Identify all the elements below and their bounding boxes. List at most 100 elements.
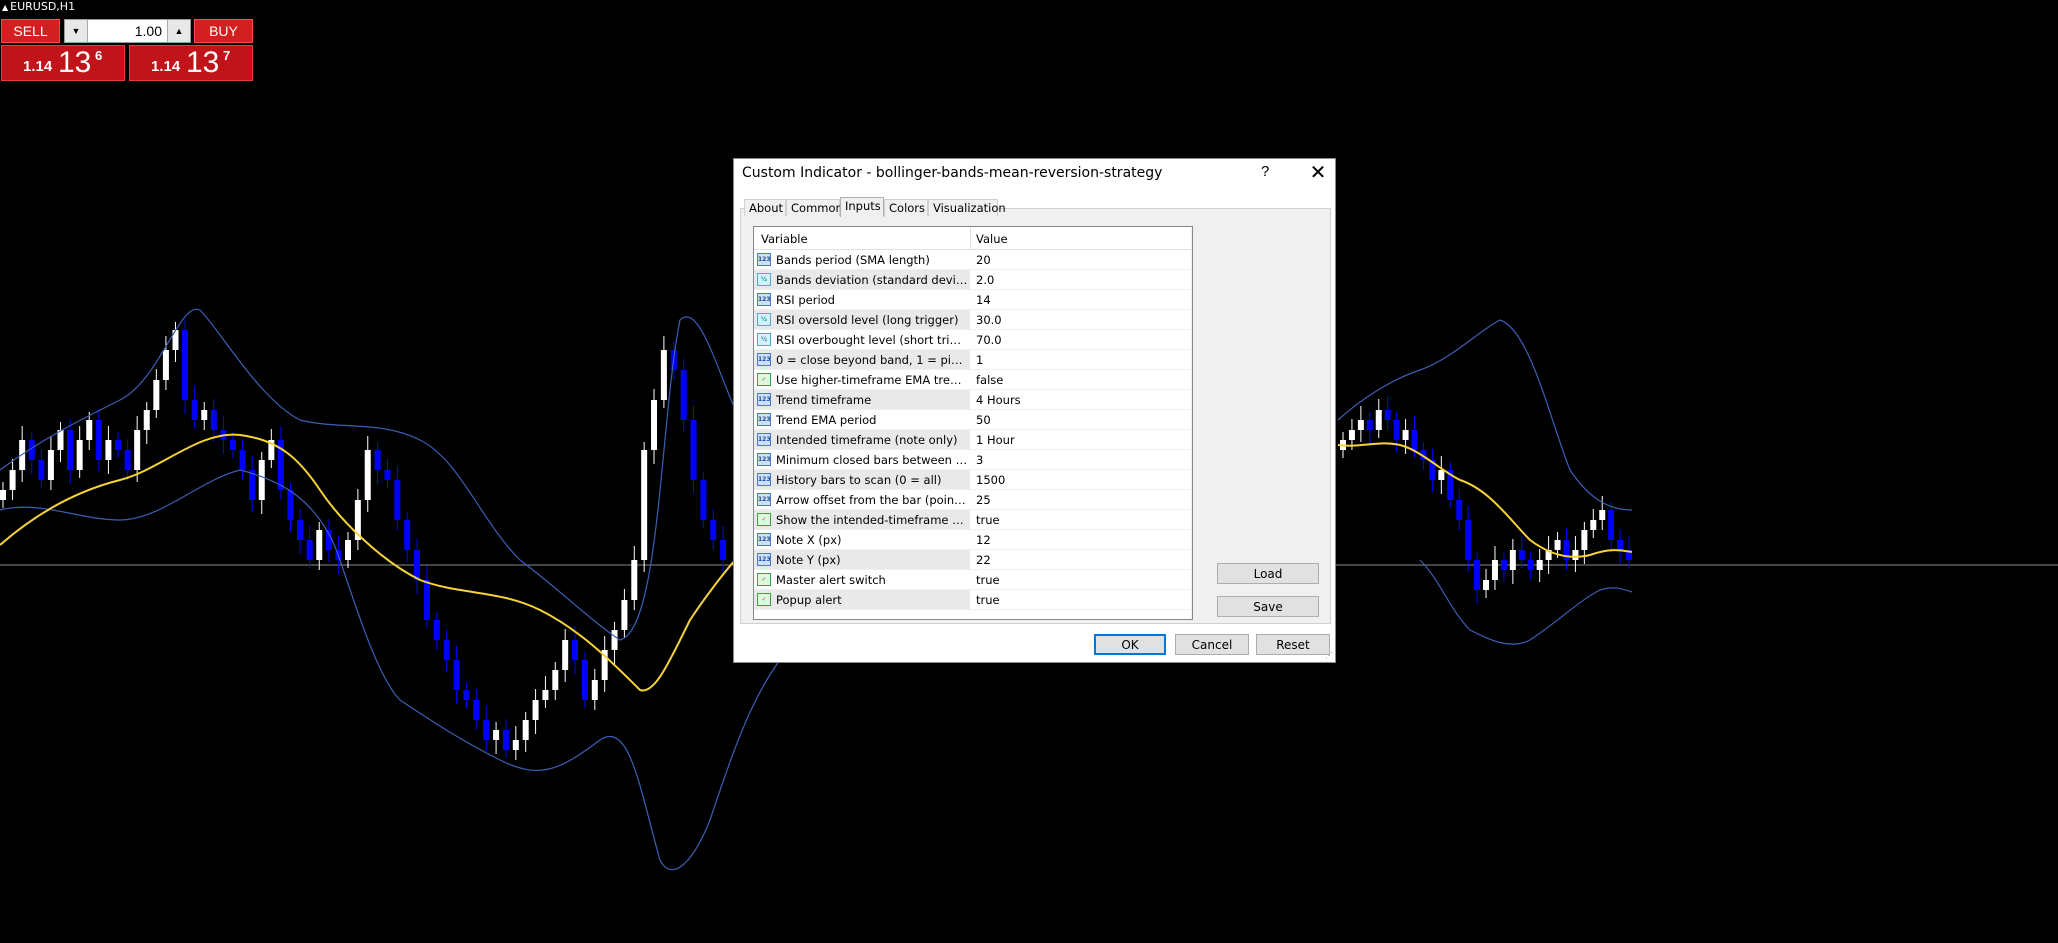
value-cell[interactable]: 20 — [976, 250, 1176, 270]
tab-colors[interactable]: Colors — [884, 199, 928, 216]
table-row[interactable]: 123 Arrow offset from the bar (points) 25 — [754, 490, 1191, 510]
collapse-triangle-icon[interactable]: ▲ — [2, 3, 8, 12]
table-row[interactable]: 123 Trend timeframe 4 Hours — [754, 390, 1191, 410]
value-cell[interactable]: 2.0 — [976, 270, 1176, 290]
resize-grip-icon[interactable]: ⋰ — [1325, 651, 1333, 660]
tab-inputs[interactable]: Inputs — [840, 197, 884, 217]
table-row[interactable]: ½ RSI overbought level (short trigger) 70.… — [754, 330, 1191, 350]
vertical-scrollbar[interactable]: ▲ ▼ — [1191, 227, 1192, 619]
tab-common[interactable]: Common — [786, 199, 843, 216]
variable-cell[interactable]: 123 0 = close beyond band, 1 = pierce + r… — [754, 350, 970, 369]
ok-button[interactable]: OK — [1094, 634, 1166, 655]
candle-body — [76, 440, 83, 470]
value-cell[interactable]: true — [976, 570, 1176, 590]
table-row[interactable]: 123 Note X (px) 12 — [754, 530, 1191, 550]
table-row[interactable]: ✓ Use higher-timeframe EMA trend filter fa… — [754, 370, 1191, 390]
table-row[interactable]: 123 Minimum closed bars between same-si..… — [754, 450, 1191, 470]
bool-type-icon: ✓ — [757, 573, 771, 586]
variable-cell[interactable]: ½ RSI overbought level (short trigger) — [754, 330, 970, 349]
buy-price-button[interactable]: 1.14 13 7 — [129, 45, 253, 81]
variable-cell[interactable]: 123 Trend EMA period — [754, 410, 970, 429]
value-cell[interactable]: 1 Hour — [976, 430, 1176, 450]
scroll-up-icon[interactable]: ▲ — [1191, 227, 1192, 242]
value-cell[interactable]: 3 — [976, 450, 1176, 470]
variable-cell[interactable]: 123 Minimum closed bars between same-si..… — [754, 450, 970, 469]
variable-cell[interactable]: ✓ Master alert switch — [754, 570, 970, 589]
variable-cell[interactable]: ½ Bands deviation (standard deviations) — [754, 270, 970, 289]
variable-cell[interactable]: 123 Note X (px) — [754, 530, 970, 549]
cancel-button[interactable]: Cancel — [1175, 634, 1249, 655]
variable-cell[interactable]: ✓ Popup alert — [754, 590, 970, 609]
table-row[interactable]: ½ Bands deviation (standard deviations) 2.… — [754, 270, 1191, 290]
variable-cell[interactable]: 123 Trend timeframe — [754, 390, 970, 409]
candle-body — [1527, 560, 1534, 570]
sell-price-button[interactable]: 1.14 13 6 — [1, 45, 125, 81]
table-row[interactable]: 123 Note Y (px) 22 — [754, 550, 1191, 570]
table-row[interactable]: 123 History bars to scan (0 = all) 1500 — [754, 470, 1191, 490]
value-cell[interactable]: 30.0 — [976, 310, 1176, 330]
value-cell[interactable]: 70.0 — [976, 330, 1176, 350]
reset-button[interactable]: Reset — [1256, 634, 1330, 655]
table-row[interactable]: 123 Bands period (SMA length) 20 — [754, 250, 1191, 270]
scroll-down-icon[interactable]: ▼ — [1191, 604, 1192, 619]
variable-cell[interactable]: ½ RSI oversold level (long trigger) — [754, 310, 970, 329]
lot-size-input[interactable]: 1.00 — [89, 20, 166, 42]
save-button[interactable]: Save — [1217, 596, 1319, 617]
variable-cell[interactable]: 123 RSI period — [754, 290, 970, 309]
table-row[interactable]: ✓ Show the intended-timeframe note true — [754, 510, 1191, 530]
lot-size-stepper[interactable]: ▼ 1.00 ▲ — [64, 19, 191, 43]
value-cell[interactable]: 1 — [976, 350, 1176, 370]
variable-name: Bands period (SMA length) — [776, 253, 930, 267]
variable-cell[interactable]: 123 History bars to scan (0 = all) — [754, 470, 970, 489]
candle-body — [230, 440, 236, 450]
close-button[interactable]: ✕ — [1306, 160, 1330, 185]
table-row[interactable]: 123 RSI period 14 — [754, 290, 1191, 310]
variable-cell[interactable]: 123 Intended timeframe (note only) — [754, 430, 970, 449]
tab-about[interactable]: About — [744, 199, 786, 216]
value-cell[interactable]: 1500 — [976, 470, 1176, 490]
column-divider[interactable] — [970, 227, 971, 249]
table-row[interactable]: 123 Trend EMA period 50 — [754, 410, 1191, 430]
candle-body — [1590, 520, 1597, 530]
tab-visualization[interactable]: Visualization — [928, 199, 1006, 216]
variable-cell[interactable]: ✓ Show the intended-timeframe note — [754, 510, 970, 529]
value-cell[interactable]: 4 Hours — [976, 390, 1176, 410]
column-header-variable[interactable]: Variable — [761, 232, 808, 246]
help-button[interactable]: ? — [1261, 163, 1269, 180]
candle-body — [453, 660, 460, 690]
lot-decrease-button[interactable]: ▼ — [65, 20, 88, 42]
candle-body — [581, 660, 588, 700]
candle-body — [1357, 420, 1364, 430]
table-row[interactable]: 123 0 = close beyond band, 1 = pierce + r… — [754, 350, 1191, 370]
value-cell[interactable]: true — [976, 510, 1176, 530]
candle-body — [552, 670, 559, 690]
inputs-grid[interactable]: Variable Value 123 Bands period (SMA leng… — [753, 226, 1193, 620]
buy-button[interactable]: BUY — [194, 19, 253, 43]
variable-cell[interactable]: 123 Note Y (px) — [754, 550, 970, 569]
int-type-icon: 123 — [757, 453, 771, 466]
table-row-partial[interactable] — [754, 610, 1191, 619]
table-row[interactable]: 123 Intended timeframe (note only) 1 Hour — [754, 430, 1191, 450]
table-row[interactable]: ✓ Popup alert true — [754, 590, 1191, 610]
value-cell[interactable]: 50 — [976, 410, 1176, 430]
load-button[interactable]: Load — [1217, 563, 1319, 584]
value-cell[interactable]: 14 — [976, 290, 1176, 310]
table-row[interactable]: ½ RSI oversold level (long trigger) 30.0 — [754, 310, 1191, 330]
lot-increase-button[interactable]: ▲ — [167, 20, 190, 42]
bool-type-icon: ✓ — [757, 593, 771, 606]
column-header-value[interactable]: Value — [976, 232, 1008, 246]
value-cell[interactable]: 12 — [976, 530, 1176, 550]
variable-cell[interactable]: 123 Arrow offset from the bar (points) — [754, 490, 970, 509]
value-cell[interactable]: 25 — [976, 490, 1176, 510]
sell-price-prefix: 1.14 — [23, 58, 53, 75]
value-cell[interactable]: false — [976, 370, 1176, 390]
variable-cell[interactable]: 123 Bands period (SMA length) — [754, 250, 970, 269]
variable-cell[interactable]: ✓ Use higher-timeframe EMA trend filter — [754, 370, 970, 389]
value-cell[interactable]: 22 — [976, 550, 1176, 570]
candle-body — [258, 460, 265, 500]
candle-body — [394, 480, 401, 520]
sell-button[interactable]: SELL — [1, 19, 60, 43]
table-row[interactable]: ✓ Master alert switch true — [754, 570, 1191, 590]
candle-body — [1518, 550, 1525, 560]
value-cell[interactable]: true — [976, 590, 1176, 610]
